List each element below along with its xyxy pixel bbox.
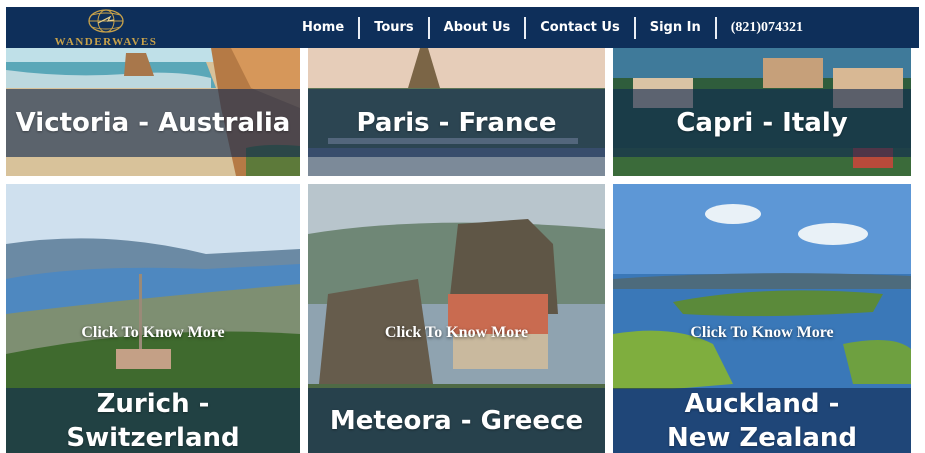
top-navbar: WANDERWAVES Home Tours About Us Contact … xyxy=(6,7,919,48)
destination-title: Zurich - Switzerland xyxy=(66,388,240,453)
click-to-know-more-link[interactable]: Click To Know More xyxy=(613,324,911,342)
phone-number: (821)074321 xyxy=(730,19,804,35)
destination-title: Auckland - New Zealand xyxy=(666,388,858,453)
destination-card-capri[interactable]: Capri - Italy xyxy=(613,48,911,176)
destination-title: Meteora - Greece xyxy=(329,405,584,436)
globe-logo-icon xyxy=(88,9,124,33)
brand-name: WANDERWAVES xyxy=(54,36,158,48)
brand-logo[interactable]: WANDERWAVES xyxy=(44,8,164,48)
destination-card-victoria[interactable]: Victoria - Australia xyxy=(6,48,300,176)
card-title-band: Victoria - Australia xyxy=(6,89,300,157)
nav-menu: Home Tours About Us Contact Us Sign In (… xyxy=(288,7,817,48)
card-title-band: Auckland - New Zealand xyxy=(613,388,911,453)
card-title-band: Capri - Italy xyxy=(613,89,911,157)
destination-card-meteora[interactable]: Click To Know More Meteora - Greece xyxy=(308,184,605,453)
destination-title: Paris - France xyxy=(356,108,557,138)
destination-card-paris[interactable]: Paris - France xyxy=(308,48,605,176)
destination-title: Victoria - Australia xyxy=(15,108,291,138)
card-title-band: Zurich - Switzerland xyxy=(6,388,300,453)
click-to-know-more-link[interactable]: Click To Know More xyxy=(308,324,605,342)
nav-home-link[interactable]: Home xyxy=(288,20,358,35)
destination-card-auckland[interactable]: Click To Know More Auckland - New Zealan… xyxy=(613,184,911,453)
destination-card-zurich[interactable]: Click To Know More Zurich - Switzerland xyxy=(6,184,300,453)
destination-title: Capri - Italy xyxy=(676,108,848,138)
nav-about-link[interactable]: About Us xyxy=(430,20,525,35)
click-to-know-more-link[interactable]: Click To Know More xyxy=(6,324,300,342)
card-title-band: Paris - France xyxy=(308,89,605,157)
nav-signin-link[interactable]: Sign In xyxy=(636,20,715,35)
card-title-band: Meteora - Greece xyxy=(308,388,605,453)
nav-contact-link[interactable]: Contact Us xyxy=(526,20,633,35)
nav-tours-link[interactable]: Tours xyxy=(360,20,427,35)
